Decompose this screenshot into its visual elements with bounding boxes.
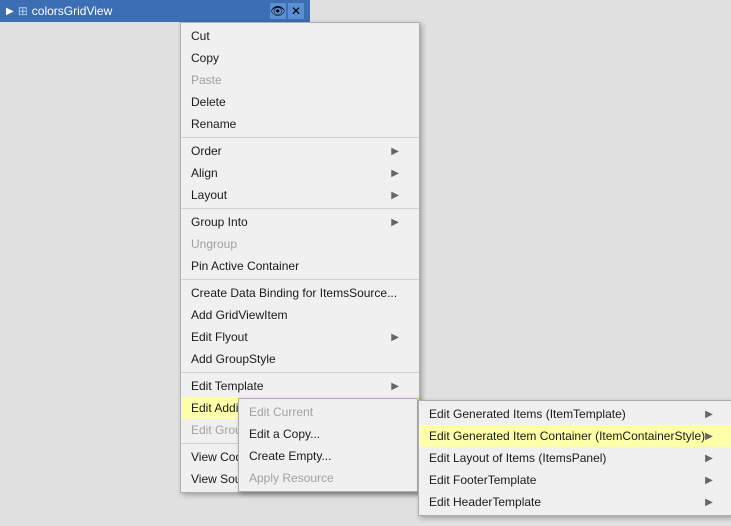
submenu-arrow-item-container: ▶ <box>705 431 713 442</box>
submenu-copy-options: Edit Current Edit a Copy... Create Empty… <box>238 398 418 492</box>
submenu-arrow-flyout: ▶ <box>391 332 399 343</box>
menu-item-add-group-style[interactable]: Add GroupStyle <box>181 348 419 370</box>
menu-item-create-data-binding[interactable]: Create Data Binding for ItemsSource... <box>181 282 419 304</box>
menu-item-paste: Paste <box>181 69 419 91</box>
menu-item-pin-active[interactable]: Pin Active Container <box>181 255 419 277</box>
menu-item-add-gridview-item[interactable]: Add GridViewItem <box>181 304 419 326</box>
menu-item-edit-generated-items[interactable]: Edit Generated Items (ItemTemplate) ▶ <box>419 403 731 425</box>
submenu-arrow-edit-template: ▶ <box>391 381 399 392</box>
menu-item-order[interactable]: Order ▶ <box>181 140 419 162</box>
submenu-arrow-layout: ▶ <box>391 190 399 201</box>
submenu-arrow-order: ▶ <box>391 146 399 157</box>
menu-item-group-into[interactable]: Group Into ▶ <box>181 211 419 233</box>
menu-item-edit-footer-template[interactable]: Edit FooterTemplate ▶ <box>419 469 731 491</box>
submenu-arrow-header-template: ▶ <box>705 497 713 508</box>
title-bar: ▶ ⊞ colorsGridView 👁 ✕ <box>0 0 310 22</box>
menu-item-cut[interactable]: Cut <box>181 25 419 47</box>
grid-view-icon: ⊞ <box>18 4 28 18</box>
separator-1 <box>181 137 419 138</box>
close-icon[interactable]: ✕ <box>288 3 304 19</box>
menu-item-edit-current: Edit Current <box>239 401 417 423</box>
separator-3 <box>181 279 419 280</box>
menu-item-edit-layout[interactable]: Edit Layout of Items (ItemsPanel) ▶ <box>419 447 731 469</box>
menu-item-delete[interactable]: Delete <box>181 91 419 113</box>
submenu-arrow-footer-template: ▶ <box>705 475 713 486</box>
separator-2 <box>181 208 419 209</box>
submenu-arrow-align: ▶ <box>391 168 399 179</box>
submenu-arrow-generated-items: ▶ <box>705 409 713 420</box>
title-bar-label: colorsGridView <box>32 4 112 18</box>
submenu-additional-templates: Edit Generated Items (ItemTemplate) ▶ Ed… <box>418 400 731 516</box>
menu-item-apply-resource: Apply Resource <box>239 467 417 489</box>
menu-item-align[interactable]: Align ▶ <box>181 162 419 184</box>
title-bar-controls: 👁 ✕ <box>270 3 304 19</box>
expand-arrow-icon: ▶ <box>6 6 14 17</box>
menu-item-rename[interactable]: Rename <box>181 113 419 135</box>
menu-item-edit-copy[interactable]: Edit a Copy... <box>239 423 417 445</box>
separator-4 <box>181 372 419 373</box>
submenu-arrow-layout-items: ▶ <box>705 453 713 464</box>
menu-item-create-empty[interactable]: Create Empty... <box>239 445 417 467</box>
menu-item-copy[interactable]: Copy <box>181 47 419 69</box>
menu-item-layout[interactable]: Layout ▶ <box>181 184 419 206</box>
menu-item-edit-template[interactable]: Edit Template ▶ <box>181 375 419 397</box>
submenu-arrow-group-into: ▶ <box>391 217 399 228</box>
eye-icon[interactable]: 👁 <box>270 3 286 19</box>
menu-item-ungroup: Ungroup <box>181 233 419 255</box>
menu-item-edit-header-template[interactable]: Edit HeaderTemplate ▶ <box>419 491 731 513</box>
menu-item-edit-generated-item-container[interactable]: Edit Generated Item Container (ItemConta… <box>419 425 731 447</box>
menu-item-edit-flyout[interactable]: Edit Flyout ▶ <box>181 326 419 348</box>
